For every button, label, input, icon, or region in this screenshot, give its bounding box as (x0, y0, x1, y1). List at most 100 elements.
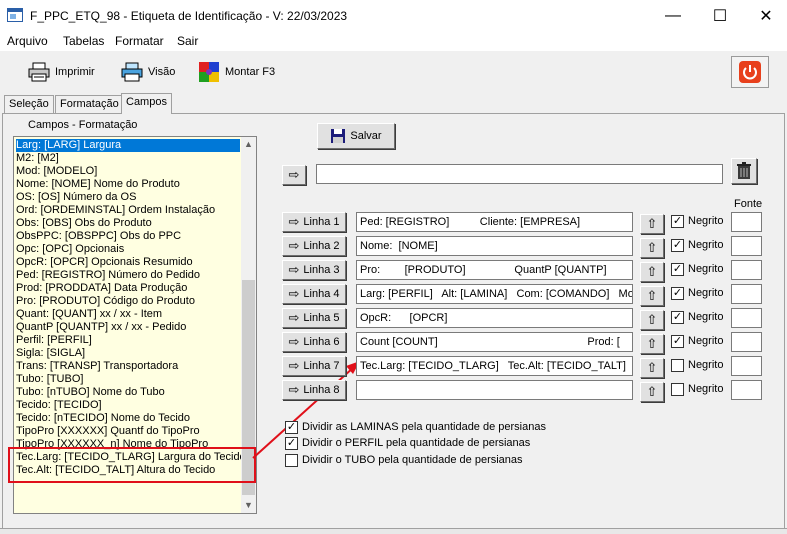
line-5-label: Linha 5 (303, 312, 340, 324)
line-7-bold-checkbox[interactable] (671, 359, 684, 372)
list-item[interactable]: Tubo: [TUBO] (16, 373, 83, 386)
delete-button[interactable] (731, 158, 757, 184)
line-2-up-button[interactable]: ⇧ (640, 238, 664, 258)
line-4-up-button[interactable]: ⇧ (640, 286, 664, 306)
line-1-button[interactable]: ⇨ Linha 1 (282, 212, 346, 232)
opt-laminas-check: ✓ (286, 421, 297, 433)
line-6-bold-checkbox[interactable]: ✓ (671, 335, 684, 348)
line-1-bold-checkbox[interactable]: ✓ (671, 215, 684, 228)
tab-formatacao[interactable]: Formatação (55, 95, 124, 113)
maximize-button[interactable]: ☐ (697, 0, 743, 31)
list-item[interactable]: Sigla: [SIGLA] (16, 347, 85, 360)
line-7-font-input[interactable] (731, 356, 762, 376)
line-2-font-input[interactable] (731, 236, 762, 256)
arrow-right-icon: ⇨ (288, 167, 300, 182)
line-8-bold-checkbox[interactable] (671, 383, 684, 396)
list-item[interactable]: Prod: [PRODDATA] Data Produção (16, 282, 187, 295)
menu-sair[interactable]: Sair (177, 34, 198, 48)
list-item[interactable]: Tecido: [nTECIDO] Nome do Tecido (16, 412, 190, 425)
list-item[interactable]: Tubo: [nTUBO] Nome do Tubo (16, 386, 165, 399)
list-item[interactable]: Tecido: [TECIDO] (16, 399, 102, 412)
list-item[interactable]: ObsPPC: [OBSPPC] Obs do PPC (16, 230, 181, 243)
line-6-up-button[interactable]: ⇧ (640, 334, 664, 354)
fields-panel-label: Campos - Formatação (28, 119, 138, 131)
print-label: Imprimir (55, 66, 95, 78)
list-item[interactable]: Ped: [REGISTRO] Número do Pedido (16, 269, 200, 282)
menu-formatar[interactable]: Formatar (115, 34, 164, 48)
line-1-font-input[interactable] (731, 212, 762, 232)
opt-perfil-checkbox[interactable]: ✓ (285, 437, 298, 450)
line-4-bold-checkbox[interactable]: ✓ (671, 287, 684, 300)
line-7-input[interactable]: Tec.Larg: [TECIDO_TLARG] Tec.Alt: [TECID… (356, 356, 633, 376)
line-5-font-input[interactable] (731, 308, 762, 328)
list-item[interactable]: Larg: [LARG] Largura (16, 139, 240, 152)
list-item[interactable]: OS: [OS] Número da OS (16, 191, 136, 204)
line-5-bold-checkbox[interactable]: ✓ (671, 311, 684, 324)
opt-tubo-checkbox[interactable] (285, 454, 298, 467)
list-item[interactable]: TipoPro [XXXXXX] Quantf do TipoPro (16, 425, 200, 438)
list-item[interactable]: Obs: [OBS] Obs do Produto (16, 217, 152, 230)
line-1-input[interactable]: Ped: [REGISTRO] Cliente: [EMPRESA] (356, 212, 633, 232)
opt-laminas-checkbox[interactable]: ✓ (285, 421, 298, 434)
view-button[interactable]: Visão (121, 59, 175, 85)
insert-arrow-button[interactable]: ⇨ (282, 165, 306, 185)
line-2-input[interactable]: Nome: [NOME] (356, 236, 633, 256)
list-item[interactable]: OpcR: [OPCR] Opcionais Resumido (16, 256, 193, 269)
line-1-up-button[interactable]: ⇧ (640, 214, 664, 234)
line-7-up-button[interactable]: ⇧ (640, 358, 664, 378)
line-5-up-button[interactable]: ⇧ (640, 310, 664, 330)
arrow-up-icon: ⇧ (646, 312, 658, 327)
line-6-label: Linha 6 (303, 336, 340, 348)
floppy-icon (331, 129, 346, 143)
line-2-bold-checkbox[interactable]: ✓ (671, 239, 684, 252)
list-item[interactable]: Trans: [TRANSP] Transportadora (16, 360, 178, 373)
arrow-right-icon: ⇨ (288, 310, 300, 325)
scroll-down-icon[interactable]: ▼ (242, 499, 255, 512)
opt-perfil-check: ✓ (286, 437, 297, 449)
list-item[interactable]: Opc: [OPC] Opcionais (16, 243, 124, 256)
line-2-button[interactable]: ⇨ Linha 2 (282, 236, 346, 256)
build-button[interactable]: Montar F3 (198, 59, 275, 85)
list-item[interactable]: Mod: [MODELO] (16, 165, 97, 178)
menu-arquivo[interactable]: Arquivo (7, 34, 48, 48)
list-item[interactable]: Perfil: [PERFIL] (16, 334, 92, 347)
tab-campos[interactable]: Campos (121, 93, 172, 114)
line-4-button[interactable]: ⇨ Linha 4 (282, 284, 346, 304)
line-8-button[interactable]: ⇨ Linha 8 (282, 380, 346, 400)
list-item[interactable]: Ord: [ORDEMINSTAL] Ordem Instalação (16, 204, 215, 217)
line-5-input[interactable]: OpcR: [OPCR] (356, 308, 633, 328)
line-5-button[interactable]: ⇨ Linha 5 (282, 308, 346, 328)
list-item[interactable]: Nome: [NOME] Nome do Produto (16, 178, 180, 191)
line-6-button[interactable]: ⇨ Linha 6 (282, 332, 346, 352)
print-button[interactable]: Imprimir (28, 59, 95, 85)
maximize-icon: ☐ (712, 7, 728, 25)
line-8-up-button[interactable]: ⇧ (640, 382, 664, 402)
line-3-button[interactable]: ⇨ Linha 3 (282, 260, 346, 280)
highlight-box (8, 447, 256, 483)
line-7-button[interactable]: ⇨ Linha 7 (282, 356, 346, 376)
line-3-input[interactable]: Pro: [PRODUTO] QuantP [QUANTP] (356, 260, 633, 280)
line-6-input[interactable]: Count [COUNT] Prod: [ (356, 332, 633, 352)
list-item[interactable]: Quant: [QUANT] xx / xx - Item (16, 308, 162, 321)
line-3-font-input[interactable] (731, 260, 762, 280)
line-3-up-button[interactable]: ⇧ (640, 262, 664, 282)
list-item[interactable]: M2: [M2] (16, 152, 59, 165)
line-8-input[interactable] (356, 380, 633, 400)
scroll-up-icon[interactable]: ▲ (242, 138, 255, 151)
line-6-font-input[interactable] (731, 332, 762, 352)
line-4-font-input[interactable] (731, 284, 762, 304)
arrow-up-icon: ⇧ (646, 216, 658, 231)
minimize-button[interactable]: — (650, 0, 696, 31)
line-3-bold-checkbox[interactable]: ✓ (671, 263, 684, 276)
title-bar: F_PPC_ETQ_98 - Etiqueta de Identificação… (0, 0, 787, 31)
list-item[interactable]: QuantP [QUANTP] xx / xx - Pedido (16, 321, 186, 334)
save-button[interactable]: Salvar (317, 123, 395, 149)
line-4-input[interactable]: Larg: [PERFIL] Alt: [LAMINA] Com: [COMAN… (356, 284, 633, 304)
tab-selecao[interactable]: Seleção (4, 95, 54, 113)
field-editor-input[interactable] (316, 164, 723, 184)
close-button[interactable]: ✕ (743, 0, 787, 31)
list-item[interactable]: Pro: [PRODUTO] Código do Produto (16, 295, 195, 308)
menu-tabelas[interactable]: Tabelas (63, 34, 104, 48)
power-button[interactable] (731, 56, 769, 88)
line-8-font-input[interactable] (731, 380, 762, 400)
